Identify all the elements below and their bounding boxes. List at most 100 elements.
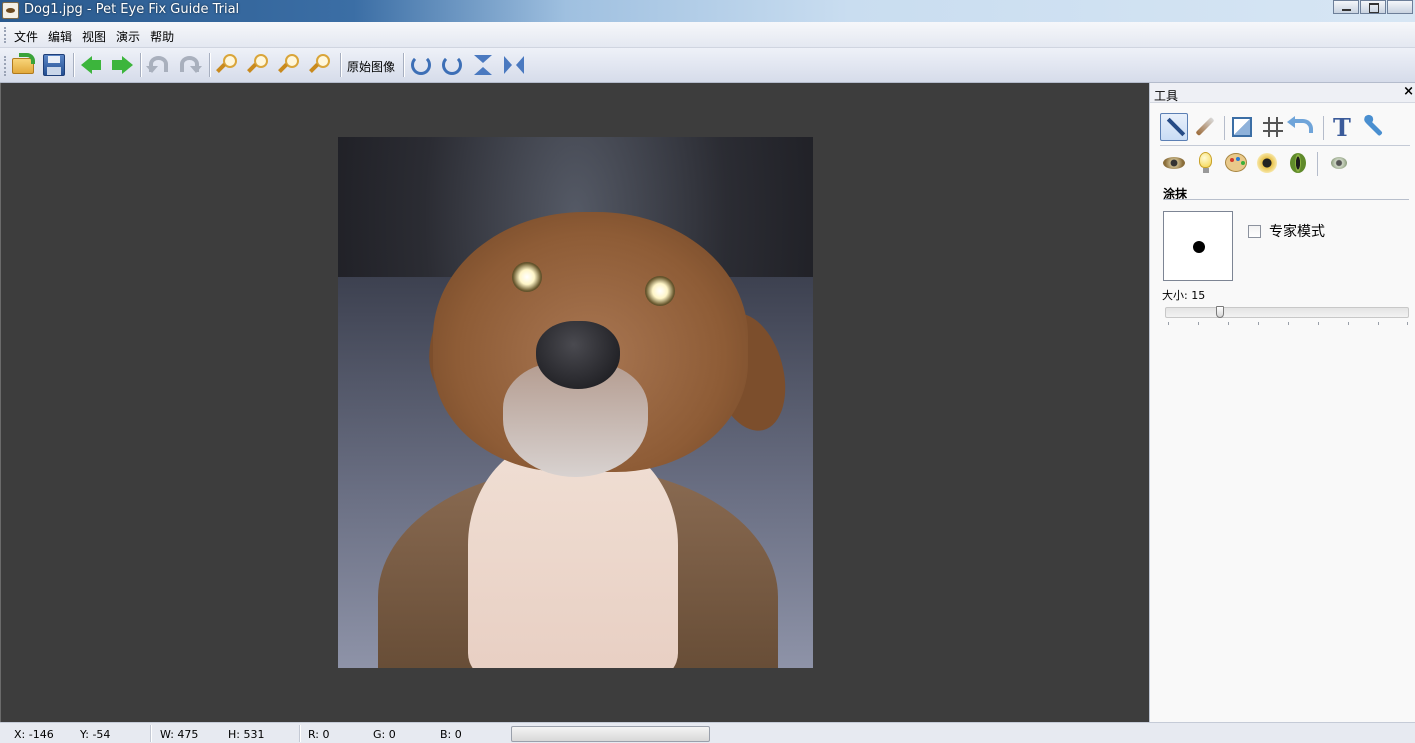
undo-icon xyxy=(146,56,168,73)
arrow-right-icon xyxy=(112,56,133,74)
expert-mode-label[interactable]: 专家模式 xyxy=(1269,221,1325,241)
progress-bar xyxy=(511,726,710,742)
toolbar-separator xyxy=(340,53,341,77)
crop-tool-button[interactable] xyxy=(1228,113,1256,141)
open-folder-icon xyxy=(12,53,35,74)
size-slider-thumb[interactable] xyxy=(1216,306,1224,318)
undo-button[interactable] xyxy=(146,52,172,78)
redo-button[interactable] xyxy=(177,52,203,78)
rotate-left-icon xyxy=(442,55,462,75)
flip-horizontal-icon xyxy=(504,56,524,74)
photo-dog-eye-left[interactable] xyxy=(512,262,542,292)
redo-icon xyxy=(180,56,202,73)
settings-tool-button[interactable] xyxy=(1358,113,1386,141)
minimize-button[interactable] xyxy=(1333,0,1359,14)
toolbar-grip[interactable] xyxy=(4,56,7,76)
paint-tool-button[interactable] xyxy=(1191,113,1219,141)
brush-icon xyxy=(1166,117,1186,137)
slider-tick xyxy=(1168,322,1169,325)
zoom-fit-button[interactable] xyxy=(277,52,303,78)
slider-tick xyxy=(1288,322,1289,325)
paintbrush-icon xyxy=(1195,116,1215,137)
text-tool-button[interactable]: T xyxy=(1328,113,1356,142)
save-button[interactable] xyxy=(41,52,67,78)
eye-fix-tool-button[interactable] xyxy=(1160,149,1188,177)
rotate-left-button[interactable] xyxy=(439,52,465,78)
light-bulb-icon xyxy=(1199,152,1212,173)
eye-preview-icon xyxy=(1331,157,1347,169)
expert-mode-checkbox[interactable] xyxy=(1248,225,1261,238)
toolbar-separator xyxy=(403,53,404,77)
status-bar: X: -146 Y: -54 W: 475 H: 531 R: 0 G: 0 B… xyxy=(0,722,1415,743)
light-tool-button[interactable] xyxy=(1191,149,1219,177)
zoom-out-icon xyxy=(254,54,268,68)
grid-icon xyxy=(1263,117,1283,137)
menu-help[interactable]: 帮助 xyxy=(145,28,179,45)
slider-tick xyxy=(1318,322,1319,325)
cat-eye-tool-button[interactable] xyxy=(1284,149,1312,177)
previous-button[interactable] xyxy=(79,52,105,78)
flip-horizontal-button[interactable] xyxy=(501,52,527,78)
status-width: W: 475 xyxy=(160,728,199,741)
pupil-tool-button[interactable] xyxy=(1253,149,1281,177)
size-label: 大小: 15 xyxy=(1162,289,1206,302)
tools-panel-header: 工具 × xyxy=(1150,83,1415,103)
menu-file[interactable]: 文件 xyxy=(9,28,43,45)
panel-separator xyxy=(1317,152,1318,176)
maximize-button[interactable] xyxy=(1360,0,1386,14)
open-button[interactable] xyxy=(10,52,36,78)
save-disk-icon xyxy=(43,54,65,76)
app-window: Dog1.jpg - Pet Eye Fix Guide Trial 文件 编辑… xyxy=(0,0,1415,743)
close-panel-button[interactable]: × xyxy=(1403,84,1414,99)
grid-tool-button[interactable] xyxy=(1259,113,1287,141)
zoom-actual-icon xyxy=(316,54,330,68)
wrench-icon xyxy=(1365,118,1383,137)
crop-icon xyxy=(1232,117,1252,137)
tools-panel-title: 工具 xyxy=(1154,89,1179,103)
slider-tick xyxy=(1258,322,1259,325)
panel-divider xyxy=(1160,145,1410,146)
menu-view[interactable]: 视图 xyxy=(77,28,111,45)
flip-vertical-icon xyxy=(474,55,492,75)
zoom-in-button[interactable] xyxy=(215,52,241,78)
revert-tool-button[interactable] xyxy=(1287,113,1318,141)
status-height: H: 531 xyxy=(228,728,265,741)
color-tool-button[interactable] xyxy=(1222,149,1250,177)
toolbar-separator xyxy=(209,53,210,77)
original-image-button[interactable]: 原始图像 xyxy=(347,58,395,75)
eye-icon[interactable] xyxy=(2,2,19,19)
menu-grip[interactable] xyxy=(4,27,7,43)
window-controls xyxy=(1332,0,1413,14)
menu-edit[interactable]: 编辑 xyxy=(43,28,77,45)
slider-tick xyxy=(1198,322,1199,325)
size-slider[interactable] xyxy=(1165,307,1409,318)
photo-dog-eye-right[interactable] xyxy=(645,276,675,306)
arrow-left-icon xyxy=(81,56,101,74)
zoom-out-button[interactable] xyxy=(246,52,272,78)
next-button[interactable] xyxy=(109,52,135,78)
panel-separator xyxy=(1224,116,1225,140)
status-x: X: -146 xyxy=(14,728,54,741)
zoom-fit-icon xyxy=(285,54,299,68)
cat-eye-icon xyxy=(1290,153,1306,173)
text-icon: T xyxy=(1333,113,1351,142)
slider-tick xyxy=(1407,322,1408,325)
zoom-in-icon xyxy=(223,54,237,68)
size-slider-ticks xyxy=(1168,322,1408,326)
status-divider xyxy=(150,725,151,742)
brush-tool-button[interactable] xyxy=(1160,113,1188,141)
section-divider xyxy=(1163,199,1409,200)
rotate-right-button[interactable] xyxy=(408,52,434,78)
image-canvas[interactable] xyxy=(0,83,1149,722)
zoom-actual-button[interactable] xyxy=(308,52,334,78)
revert-arrow-icon xyxy=(1287,116,1313,133)
brush-dot xyxy=(1193,241,1205,253)
slider-tick xyxy=(1348,322,1349,325)
menu-demo[interactable]: 演示 xyxy=(111,28,145,45)
eye-preview-tool-button[interactable] xyxy=(1325,149,1353,177)
dog-photo[interactable] xyxy=(338,137,813,668)
flip-vertical-button[interactable] xyxy=(470,52,496,78)
brush-preview xyxy=(1163,211,1233,281)
menu-bar: 文件 编辑 视图 演示 帮助 xyxy=(0,22,1415,48)
close-window-button[interactable] xyxy=(1387,0,1413,14)
